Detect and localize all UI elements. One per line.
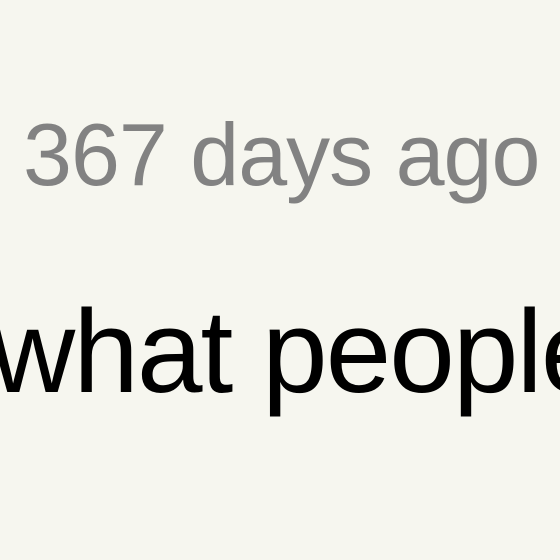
comment-text: what people bbox=[0, 286, 560, 418]
comment-age-link[interactable]: 367 days ago bbox=[23, 100, 540, 210]
comment-meta: 367 days ago bbox=[0, 100, 560, 210]
comment-body: what people bbox=[0, 282, 560, 422]
comment-viewport: 367 days ago what people bbox=[0, 0, 560, 560]
